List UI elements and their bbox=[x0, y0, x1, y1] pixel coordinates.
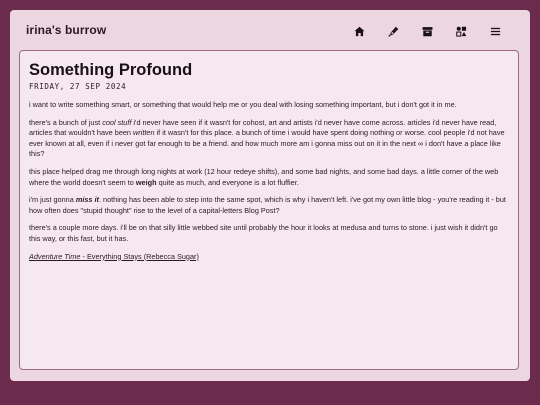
song-link[interactable]: Adventure Time - Everything Stays (Rebec… bbox=[29, 252, 199, 261]
post-paragraph-2: there's a bunch of just cool stuff i'd n… bbox=[29, 118, 510, 160]
pen-icon bbox=[387, 26, 398, 37]
nav-home-button[interactable] bbox=[342, 22, 376, 40]
emphasis-text: cool stuff bbox=[102, 117, 132, 127]
strong-text: weigh bbox=[135, 177, 157, 187]
nav-menu-button[interactable] bbox=[478, 22, 512, 40]
paragraph-text: there's a bunch of just bbox=[29, 117, 103, 127]
strong-text: miss it bbox=[76, 195, 99, 204]
menu-icon bbox=[490, 27, 500, 35]
post-paragraph-3: this place helped drag me through long n… bbox=[29, 167, 510, 188]
song-link-line: Adventure Time - Everything Stays (Rebec… bbox=[29, 252, 510, 263]
paragraph-text: i'm just gonna bbox=[29, 195, 76, 205]
post-paragraph-1: i want to write something smart, or some… bbox=[29, 100, 457, 109]
emphasis-text: miss it bbox=[75, 195, 99, 205]
archive-icon bbox=[422, 26, 432, 36]
nav-archive-button[interactable] bbox=[410, 22, 444, 40]
paragraph-text: . nothing has been able to step into the… bbox=[29, 195, 506, 215]
emphasis-text: written bbox=[133, 128, 155, 138]
nav-shapes-button[interactable] bbox=[444, 22, 478, 40]
home-icon bbox=[354, 26, 364, 36]
post-paragraph-5: there's a couple more days. i'll be on t… bbox=[29, 223, 498, 243]
post-title: Something Profound bbox=[29, 61, 193, 79]
nav-write-button[interactable] bbox=[376, 22, 410, 40]
post-date: FRIDAY, 27 SEP 2024 bbox=[29, 82, 127, 91]
site-title[interactable]: irina's burrow bbox=[26, 23, 106, 37]
nav-bar bbox=[342, 22, 512, 40]
song-title: - Everything Stays (Rebecca Sugar) bbox=[80, 251, 199, 261]
show-title: Adventure Time bbox=[29, 251, 81, 261]
page-frame: irina's burrow Something Profound FRIDAY… bbox=[10, 10, 530, 381]
shapes-icon bbox=[455, 26, 466, 37]
site-header: irina's burrow bbox=[10, 10, 530, 50]
post-paragraph-4: i'm just gonna miss it. nothing has been… bbox=[29, 195, 510, 216]
post-card: Something Profound FRIDAY, 27 SEP 2024 i… bbox=[19, 50, 519, 370]
paragraph-text: quite as much, and everyone is a lot flu… bbox=[156, 177, 299, 187]
